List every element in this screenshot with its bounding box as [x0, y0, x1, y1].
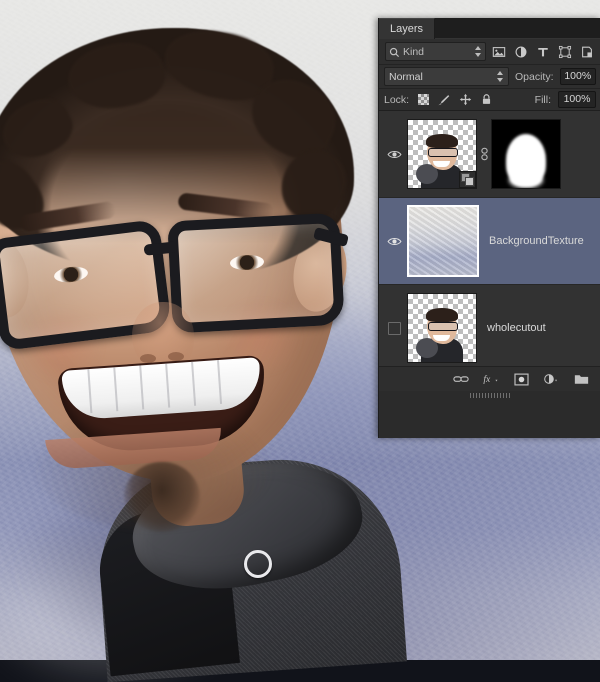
filter-shape-icon[interactable]	[556, 43, 573, 60]
layer-visibility-toggle[interactable]	[381, 321, 407, 335]
lock-position-icon[interactable]	[458, 93, 472, 107]
thumbnail-person-cutout	[415, 304, 469, 362]
panel-resize-grip-icon[interactable]	[470, 393, 510, 398]
eye-icon	[386, 236, 402, 247]
chevron-updown-icon[interactable]	[474, 46, 482, 57]
subject-goatee	[124, 462, 200, 532]
search-icon	[389, 47, 400, 57]
blend-mode-value: Normal	[389, 70, 423, 83]
tab-layers[interactable]: Layers	[379, 18, 436, 39]
filter-kind-label: Kind	[403, 45, 425, 58]
fill-input[interactable]: 100%	[558, 91, 596, 108]
mask-link-icon[interactable]	[477, 147, 491, 161]
layers-panel-footer[interactable]: fx	[379, 366, 600, 391]
layer-thumbnails[interactable]	[407, 293, 477, 363]
layer-visibility-toggle[interactable]	[381, 149, 407, 160]
fill-label: Fill:	[534, 93, 551, 106]
layer-thumbnails[interactable]	[407, 119, 561, 189]
tabbar-empty-area	[435, 22, 600, 39]
layer-thumbnail[interactable]	[407, 293, 477, 363]
table-row[interactable]: wholecutout	[379, 285, 600, 366]
layer-mask-thumbnail[interactable]	[491, 119, 561, 189]
blend-opacity-bar[interactable]: Normal Opacity: 100%	[379, 65, 600, 89]
table-row[interactable]	[379, 111, 600, 198]
layer-visibility-toggle[interactable]	[381, 236, 407, 247]
link-layers-icon[interactable]	[453, 371, 469, 387]
svg-text:fx: fx	[483, 374, 491, 385]
layer-fx-badge	[459, 171, 476, 188]
new-fill-adjustment-layer-icon[interactable]	[543, 371, 559, 387]
filter-type-icon[interactable]	[535, 43, 552, 60]
lock-fill-bar[interactable]: Lock: Fill: 100%	[379, 89, 600, 111]
add-layer-mask-icon[interactable]	[513, 371, 529, 387]
lock-transparent-pixels-icon[interactable]	[416, 93, 430, 107]
layers-panel[interactable]: Layers Kind Normal Opacity: 100% Lock: F…	[378, 18, 600, 438]
eye-icon	[386, 149, 402, 160]
opacity-input[interactable]: 100%	[559, 68, 596, 85]
lock-label: Lock:	[384, 93, 410, 106]
panel-resize-area[interactable]	[379, 391, 600, 401]
lock-all-icon[interactable]	[479, 93, 493, 107]
portrait-subject	[0, 10, 407, 682]
opacity-label: Opacity:	[514, 70, 554, 83]
layer-name-label[interactable]: BackgroundTexture	[479, 235, 584, 247]
new-group-folder-icon[interactable]	[573, 371, 589, 387]
add-layer-style-fx-icon[interactable]: fx	[483, 371, 499, 387]
thumbnail-background-texture	[409, 207, 477, 275]
filter-kind-select[interactable]: Kind	[385, 42, 486, 61]
layer-thumbnail[interactable]	[407, 119, 477, 189]
chevron-updown-icon[interactable]	[496, 71, 504, 82]
mask-silhouette-shoulders	[509, 172, 543, 188]
filter-pixel-icon[interactable]	[491, 43, 508, 60]
table-row[interactable]: BackgroundTexture	[379, 198, 600, 285]
panel-tabbar[interactable]: Layers	[379, 18, 600, 39]
lock-image-pixels-icon[interactable]	[437, 93, 451, 107]
layer-thumbnails[interactable]	[407, 205, 479, 277]
hoodie-eyelet	[244, 550, 272, 578]
layer-list[interactable]: BackgroundTexture wholecutout	[379, 111, 600, 366]
filter-adjustment-icon[interactable]	[513, 43, 530, 60]
layer-thumbnail[interactable]	[407, 205, 479, 277]
blend-mode-select[interactable]: Normal	[384, 67, 509, 86]
filter-smart-object-icon[interactable]	[578, 43, 595, 60]
subject-teeth	[61, 357, 263, 421]
layer-filter-bar[interactable]: Kind	[379, 39, 600, 65]
eye-off-icon	[387, 321, 401, 335]
layer-name-label[interactable]: wholecutout	[477, 322, 546, 334]
